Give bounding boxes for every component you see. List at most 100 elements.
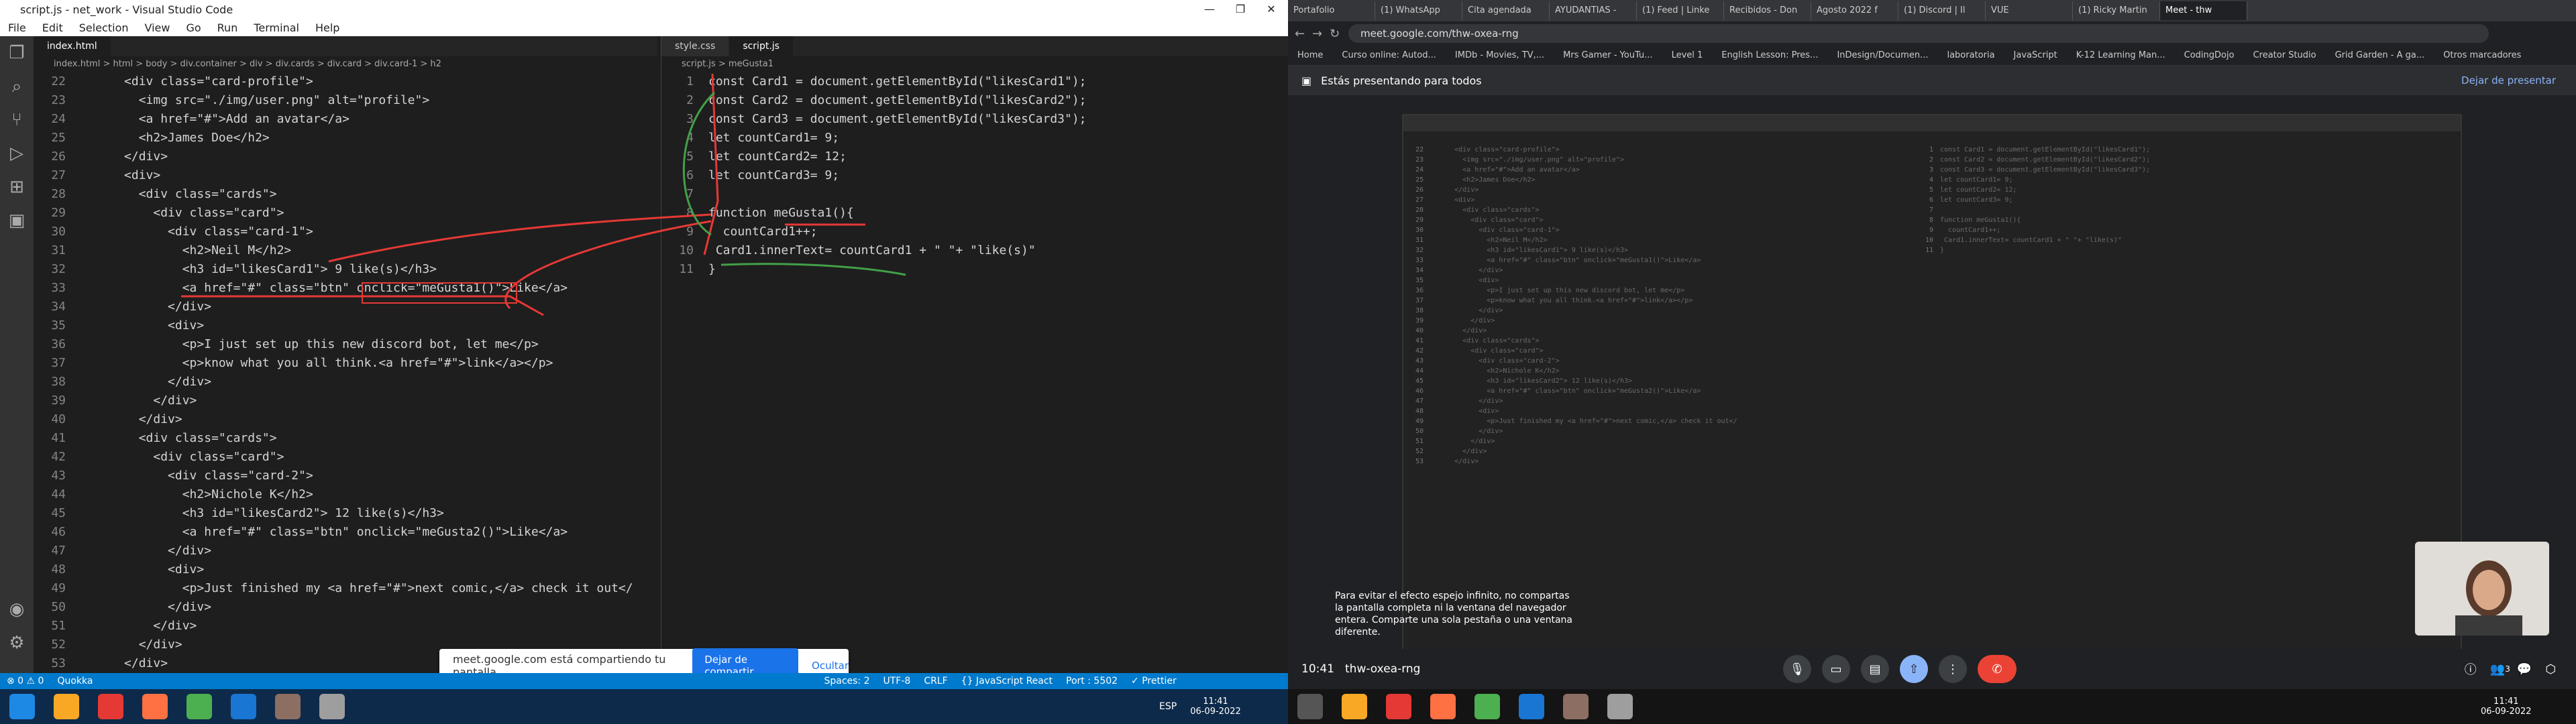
app2-icon-2[interactable]	[1563, 694, 1589, 719]
code-line[interactable]: 11}	[1913, 245, 2423, 255]
code-line[interactable]: 40 </div>	[1403, 326, 1913, 336]
brave-icon[interactable]	[142, 694, 168, 719]
present-icon[interactable]: ⇧	[1900, 655, 1928, 683]
code-line[interactable]: 7	[1913, 205, 2423, 215]
code-line[interactable]: 28 <div class="cards">	[1403, 205, 1913, 215]
line-text[interactable]: <a href="#" class="btn" onclick="meGusta…	[1430, 255, 1701, 265]
code-line[interactable]: 34 </div>	[1403, 265, 1913, 276]
line-text[interactable]: <h3 id="likesCard2"> 12 like(s)</h3>	[1430, 376, 1632, 386]
bookmark-item[interactable]: English Lesson: Pres...	[1721, 50, 1818, 60]
bookmark-item[interactable]: Mrs Gamer - YouTu...	[1563, 50, 1652, 60]
code-line[interactable]: 41 <div class="cards">	[1403, 336, 1913, 346]
chrome-tab[interactable]: (1) Discord | Il	[1898, 1, 1986, 20]
code-line[interactable]: 42 <div class="card">	[1403, 346, 1913, 356]
bookmark-item[interactable]: Home	[1297, 50, 1323, 60]
line-text[interactable]: <h2>Nichole K</h2>	[1430, 366, 1559, 376]
chrome-tab[interactable]: Agosto 2022 f	[1811, 1, 1898, 20]
chat-icon[interactable]: 💬	[2517, 662, 2532, 676]
reload-icon[interactable]: ↻	[1330, 27, 1340, 41]
line-text[interactable]: <div class="card-1">	[1430, 225, 1559, 235]
app2-icon[interactable]	[275, 694, 301, 719]
code-line[interactable]: 1 const Card1 = document.getElementById("…	[1913, 145, 2423, 155]
code-line[interactable]: 5 let countCard2= 12;	[1913, 185, 2423, 195]
line-text[interactable]: <a href="#">Add an avatar</a>	[1430, 165, 1580, 175]
code-line[interactable]: 30 <div class="card-1">	[1403, 225, 1913, 235]
line-text[interactable]: const Card1 = document.getElementById("l…	[1940, 145, 2150, 155]
line-text[interactable]: </div>	[1430, 446, 1487, 457]
line-text[interactable]: </div>	[1430, 436, 1495, 446]
line-text[interactable]: <h2>James Doe</h2>	[1430, 175, 1535, 185]
line-text[interactable]: </div>	[1430, 316, 1495, 326]
camera-icon[interactable]: ▭	[1822, 655, 1850, 683]
bookmark-item[interactable]: CodingDojo	[2184, 50, 2235, 60]
status-prettier[interactable]: ✓ Prettier	[1131, 676, 1177, 686]
code-line[interactable]: 24 <a href="#">Add an avatar</a>	[1403, 165, 1913, 175]
line-text[interactable]: }	[1940, 245, 1944, 255]
code-line[interactable]: 3 const Card3 = document.getElementById("…	[1913, 165, 2423, 175]
url-input[interactable]: meet.google.com/thw-oxea-rng	[1348, 24, 2489, 43]
line-text[interactable]: const Card2 = document.getElementById("l…	[1940, 155, 2150, 165]
line-text[interactable]: </div>	[1430, 396, 1503, 406]
bookmark-item[interactable]: Curso online: Autod...	[1342, 50, 1436, 60]
bookmark-item[interactable]: Otros marcadores	[2443, 50, 2521, 60]
line-text[interactable]: <div class="cards">	[1430, 336, 1539, 346]
code-line[interactable]: 9 countCard1++;	[1913, 225, 2423, 235]
code-line[interactable]: 44 <h2>Nichole K</h2>	[1403, 366, 1913, 376]
back-icon[interactable]: ←	[1295, 27, 1305, 41]
line-text[interactable]: <div>	[1430, 195, 1474, 205]
line-text[interactable]: <div class="card-2">	[1430, 356, 1559, 366]
chrome-tab[interactable]: Recibidos - Don	[1724, 1, 1811, 20]
app-icon[interactable]	[98, 694, 123, 719]
line-text[interactable]: </div>	[1430, 457, 1479, 467]
status-eol[interactable]: CRLF	[924, 676, 947, 686]
more-options-icon[interactable]: ⋮	[1939, 655, 1967, 683]
code-line[interactable]: 51 </div>	[1403, 436, 1913, 446]
code-line[interactable]: 53 </div>	[1403, 457, 1913, 467]
status-encoding[interactable]: UTF-8	[883, 676, 911, 686]
code-line[interactable]: 6 let countCard3= 9;	[1913, 195, 2423, 205]
line-text[interactable]: <a href="#" class="btn" onclick="meGusta…	[1430, 386, 1701, 396]
code-line[interactable]: 31 <h2>Neil M</h2>	[1403, 235, 1913, 245]
info-icon[interactable]: ⓘ	[2465, 660, 2477, 678]
code-line[interactable]: 46 <a href="#" class="btn" onclick="meGu…	[1403, 386, 1913, 396]
line-text[interactable]: </div>	[1430, 306, 1503, 316]
forward-icon[interactable]: →	[1312, 27, 1322, 41]
line-text[interactable]: <p>Just finished my <a href="#">next com…	[1430, 416, 1737, 426]
bookmark-item[interactable]: Creator Studio	[2253, 50, 2316, 60]
line-text[interactable]: <div class="card-profile">	[1430, 145, 1560, 155]
line-text[interactable]: let countCard3= 9;	[1940, 195, 2012, 205]
status-quokka[interactable]: Quokka	[57, 676, 93, 686]
activities-icon[interactable]: ⬡	[2545, 662, 2556, 676]
status-port[interactable]: Port : 5502	[1066, 676, 1118, 686]
line-text[interactable]: <h2>Neil M</h2>	[1430, 235, 1547, 245]
chrome-tab[interactable]: Cita agendada	[1462, 1, 1550, 20]
line-text[interactable]: </div>	[1430, 265, 1503, 276]
line-text[interactable]: countCard1++;	[1940, 225, 2000, 235]
code-line[interactable]: 38 </div>	[1403, 306, 1913, 316]
code-line[interactable]: 10 Card1.innerText= countCard1 + " "+ "l…	[1913, 235, 2423, 245]
captions-icon[interactable]: ▤	[1861, 655, 1889, 683]
bookmark-item[interactable]: Level 1	[1672, 50, 1703, 60]
line-text[interactable]: Card1.innerText= countCard1 + " "+ "like…	[1940, 235, 2122, 245]
code-line[interactable]: 37 <p>know what you all think.<a href="#…	[1403, 296, 1913, 306]
windows-start-icon-2[interactable]	[1297, 694, 1323, 719]
line-text[interactable]: let countCard1= 9;	[1940, 175, 2012, 185]
app-icon-2[interactable]	[1386, 694, 1411, 719]
brave-icon-2[interactable]	[1430, 694, 1456, 719]
mic-icon[interactable]: 🎙	[1783, 655, 1811, 683]
code-line[interactable]: 23 <img src="./img/user.png" alt="profil…	[1403, 155, 1913, 165]
bookmark-item[interactable]: InDesign/Documen...	[1837, 50, 1928, 60]
code-line[interactable]: 45 <h3 id="likesCard2"> 12 like(s)</h3>	[1403, 376, 1913, 386]
hide-button[interactable]: Ocultar	[812, 660, 849, 672]
bookmark-item[interactable]: laboratoria	[1947, 50, 1994, 60]
code-line[interactable]: 49 <p>Just finished my <a href="#">next …	[1403, 416, 1913, 426]
bookmark-item[interactable]: IMDb - Movies, TV,...	[1455, 50, 1544, 60]
code-line[interactable]: 52 </div>	[1403, 446, 1913, 457]
code-line[interactable]: 27 <div>	[1403, 195, 1913, 205]
line-text[interactable]: let countCard2= 12;	[1940, 185, 2017, 195]
line-text[interactable]: <img src="./img/user.png" alt="profile">	[1430, 155, 1624, 165]
status-spaces[interactable]: Spaces: 2	[824, 676, 869, 686]
tray-lang[interactable]: ESP	[1159, 701, 1177, 712]
windows-start-icon[interactable]	[9, 694, 35, 719]
bookmark-item[interactable]: JavaScript	[2014, 50, 2057, 60]
